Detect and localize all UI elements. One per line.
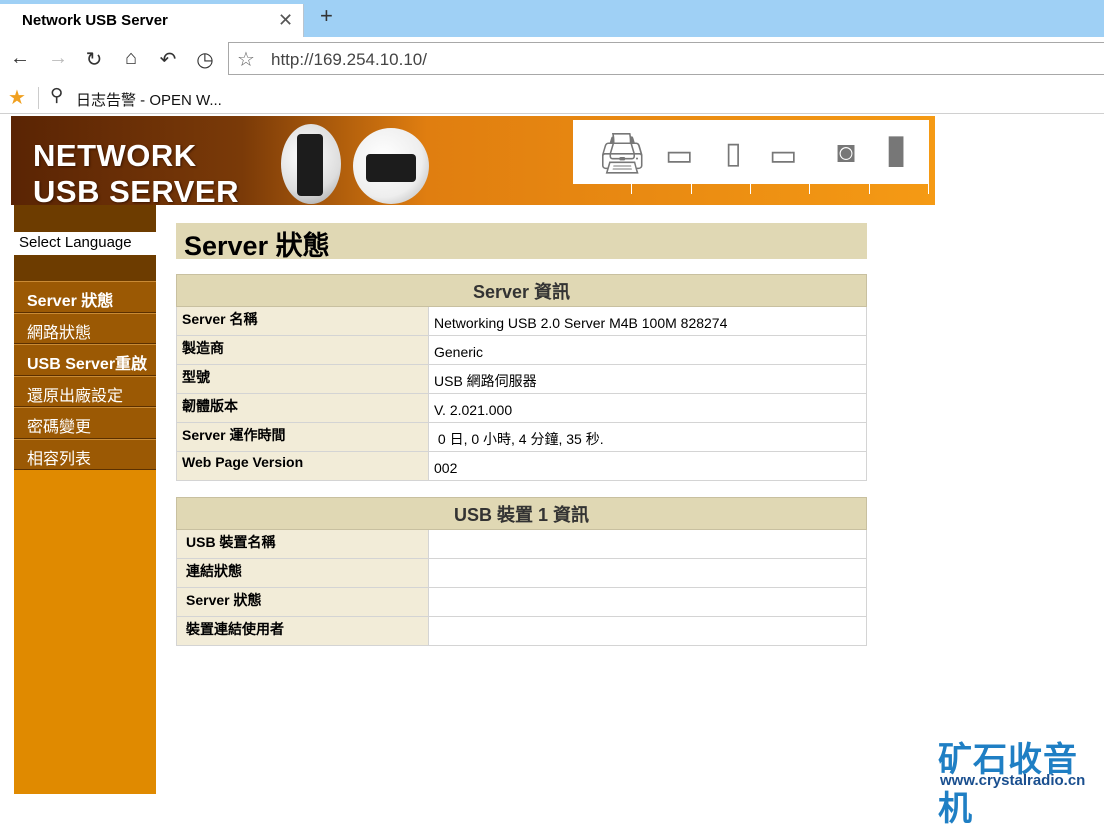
reload-icon[interactable]: ↻ [82, 47, 106, 72]
url-text[interactable]: http://169.254.10.10/ [271, 50, 427, 70]
row-value: Networking USB 2.0 Server M4B 100M 82827… [428, 306, 867, 336]
row-label: 韌體版本 [176, 393, 429, 423]
new-tab-icon[interactable]: + [320, 3, 333, 29]
row-value: V. 2.021.000 [428, 393, 867, 423]
row-label: Server 名稱 [176, 306, 429, 336]
row-label: 型號 [176, 364, 429, 394]
row-value: Generic [428, 335, 867, 365]
printer-icon: 🖨 [597, 132, 648, 176]
camera-icon: ◙ [837, 136, 856, 169]
address-bar[interactable]: ☆ http://169.254.10.10/ [228, 42, 1104, 75]
table-row: 裝置連結使用者 [176, 616, 867, 646]
sidebar-item-restart-server[interactable]: USB Server重啟 [14, 344, 156, 376]
favorites-star-icon[interactable]: ★ [8, 85, 26, 110]
usb-device-info-header: USB 裝置 1 資訊 [176, 497, 867, 530]
home-icon[interactable]: ⌂ [119, 47, 143, 70]
row-value [428, 616, 867, 646]
browser-tab[interactable]: Network USB Server ✕ [0, 4, 304, 38]
row-value [428, 587, 867, 617]
row-value: 0 日, 0 小時, 4 分鐘, 35 秒. [428, 422, 867, 452]
watermark-url: www.crystalradio.cn [940, 772, 1086, 789]
sidebar-top-bar [14, 205, 156, 232]
nav-toolbar: ← → ↻ ⌂ ↶ ◷ ☆ http://169.254.10.10/ [0, 37, 1104, 82]
table-row: 型號 USB 網路伺服器 [176, 364, 867, 394]
table-row: 製造商 Generic [176, 335, 867, 365]
row-value [428, 558, 867, 588]
row-value [428, 529, 867, 559]
router-icon: ⚲ [50, 85, 64, 105]
speaker-icon: ▮ [885, 127, 908, 171]
table-row: USB 裝置名稱 [176, 529, 867, 559]
mp3-player-icon: ▯ [725, 137, 742, 170]
scanner-icon: ▭ [665, 139, 694, 172]
sidebar-divider-bar [14, 255, 156, 281]
print-server-device-body [366, 154, 416, 182]
hard-drive-icon: ▭ [769, 139, 798, 172]
row-label: 連結狀態 [176, 558, 429, 588]
sidebar-item-compatibility-list[interactable]: 相容列表 [14, 438, 156, 470]
bookmark-star-icon[interactable]: ☆ [237, 47, 255, 72]
usb-server-device-body [297, 134, 323, 196]
server-info-header: Server 資訊 [176, 274, 867, 307]
back-arrow-icon[interactable]: ← [8, 47, 32, 70]
peripherals-panel: 🖨 ▭ ▯ ▭ ◙ ▮ [573, 120, 929, 184]
row-value: 002 [428, 451, 867, 481]
bookmarks-bar: ★ ⚲ 日志告警 - OPEN W... [0, 82, 1104, 114]
sidebar-item-change-password[interactable]: 密碼變更 [14, 407, 156, 439]
table-row: Server 名稱 Networking USB 2.0 Server M4B … [176, 306, 867, 336]
sidebar-item-factory-reset[interactable]: 還原出廠設定 [14, 375, 156, 407]
sidebar-menu: Server 狀態 網路狀態 USB Server重啟 還原出廠設定 密碼變更 … [14, 281, 156, 470]
server-info-table: Server 資訊 Server 名稱 Networking USB 2.0 S… [176, 274, 867, 481]
page-title: Server 狀態 [176, 223, 867, 261]
table-row: Web Page Version 002 [176, 451, 867, 481]
row-value: USB 網路伺服器 [428, 364, 867, 394]
bookmark-item[interactable]: 日志告警 - OPEN W... [76, 89, 222, 110]
header-banner: NETWORK USB SERVER 🖨 ▭ ▯ ▭ ◙ ▮ [11, 116, 935, 205]
sidebar-item-server-status[interactable]: Server 狀態 [14, 281, 156, 313]
tab-title: Network USB Server [22, 12, 168, 29]
row-label: 製造商 [176, 335, 429, 365]
table-row: 連結狀態 [176, 558, 867, 588]
tab-bar: Network USB Server ✕ + [0, 0, 1104, 38]
table-row: Server 運作時間 0 日, 0 小時, 4 分鐘, 35 秒. [176, 422, 867, 452]
forward-arrow-icon[interactable]: → [46, 47, 70, 70]
peripherals-strip [573, 184, 929, 194]
sidebar-item-network-status[interactable]: 網路狀態 [14, 312, 156, 344]
row-label: 裝置連結使用者 [176, 616, 429, 646]
bookmarks-divider [38, 87, 39, 109]
table-row: Server 狀態 [176, 587, 867, 617]
row-label: USB 裝置名稱 [176, 529, 429, 559]
close-tab-icon[interactable]: ✕ [278, 10, 293, 31]
banner-title-line1: NETWORK [33, 138, 197, 173]
sidebar: Select Language Server 狀態 網路狀態 USB Serve… [14, 205, 156, 794]
banner-title-line2: USB SERVER [33, 174, 239, 205]
history-clock-icon[interactable]: ◷ [193, 47, 217, 72]
row-label: Server 運作時間 [176, 422, 429, 452]
usb-device-info-table: USB 裝置 1 資訊 USB 裝置名稱 連結狀態 Server 狀態 裝置連結… [176, 497, 867, 646]
table-row: 韌體版本 V. 2.021.000 [176, 393, 867, 423]
row-label: Web Page Version [176, 451, 429, 481]
row-label: Server 狀態 [176, 587, 429, 617]
undo-close-tab-icon[interactable]: ↶ [156, 47, 180, 72]
language-select[interactable]: Select Language [14, 232, 156, 255]
